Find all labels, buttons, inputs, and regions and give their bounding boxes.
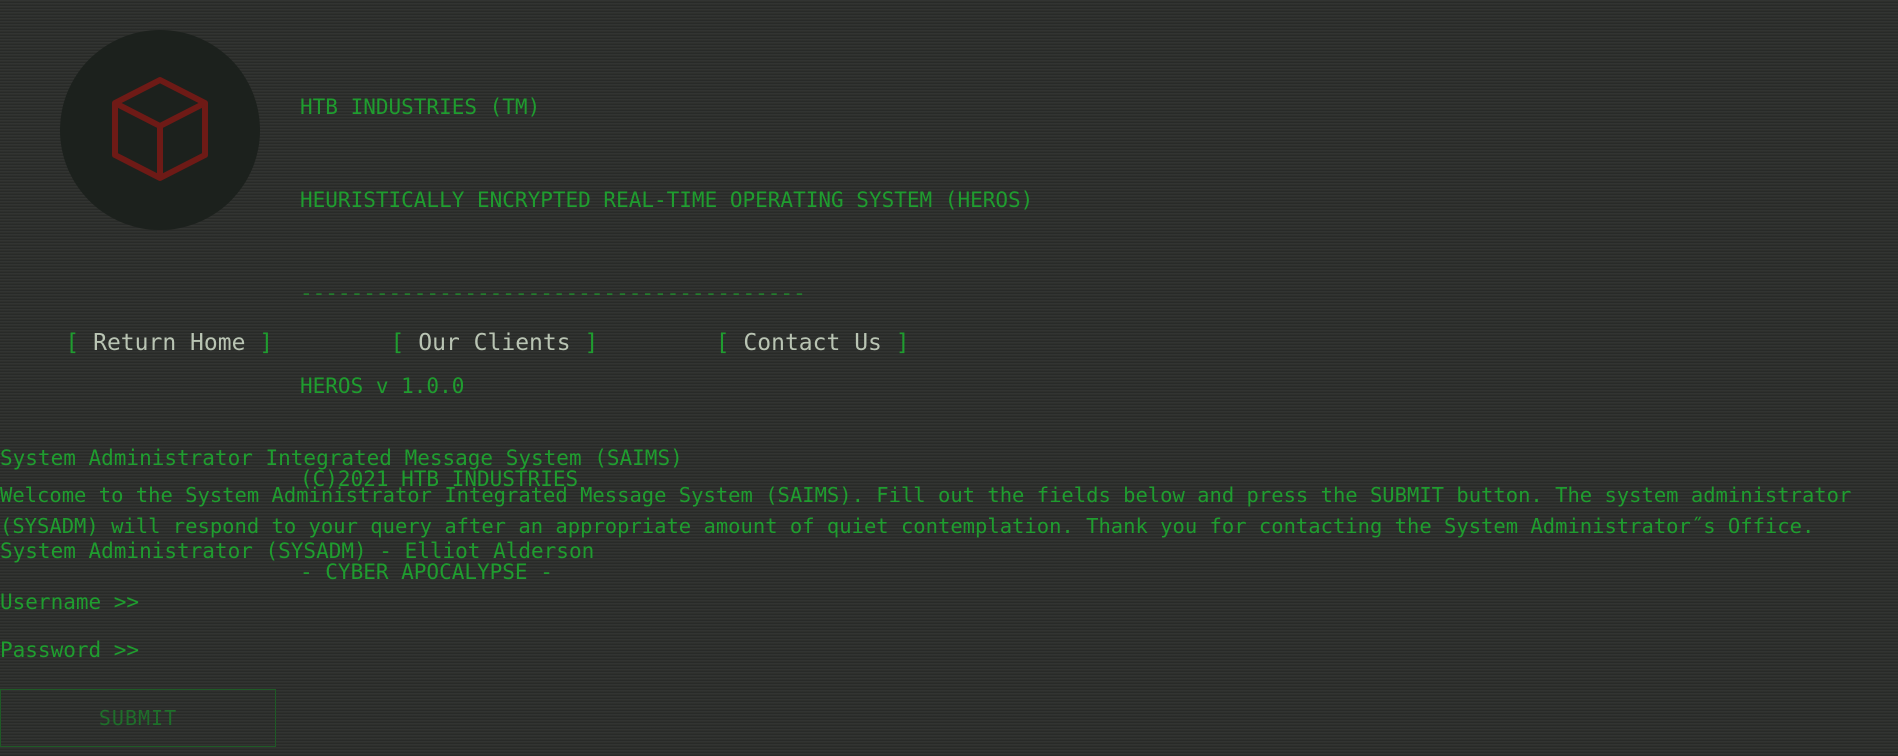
cube-icon [112,77,208,181]
nav-contact-us[interactable]: [ Contact Us ] [660,304,910,382]
nav-bracket-close: ] [895,330,910,356]
nav-bracket-open: [ [390,330,405,356]
nav-our-clients[interactable]: [ Our Clients ] [335,304,599,382]
password-label: Password >> [0,638,140,662]
password-input[interactable] [147,637,852,663]
banner-company: HTB INDUSTRIES (TM) [300,95,541,119]
username-input[interactable] [147,589,852,615]
welcome-message: Welcome to the System Administrator Inte… [0,483,1852,538]
main-nav: [ Return Home ] [ Our Clients ] [ Contac… [10,304,910,382]
username-row: Username >> [0,589,852,615]
nav-bracket-open: [ [65,330,80,356]
logo [60,30,260,230]
nav-return-home[interactable]: [ Return Home ] [10,304,273,382]
nav-bracket-close: ] [259,330,274,356]
nav-bracket-close: ] [584,330,599,356]
header: HTB INDUSTRIES (TM) HEURISTICALLY ENCRYP… [60,28,1460,584]
nav-label: Our Clients [418,330,571,356]
nav-label: Return Home [93,330,246,356]
password-row: Password >> [0,637,852,663]
banner-system-name: HEURISTICALLY ENCRYPTED REAL-TIME OPERAT… [300,188,1034,212]
nav-label: Contact Us [743,330,882,356]
page-title: System Administrator Integrated Message … [0,446,683,470]
nav-bracket-open: [ [715,330,730,356]
submit-button[interactable]: SUBMIT [0,689,276,747]
username-label: Username >> [0,590,140,614]
